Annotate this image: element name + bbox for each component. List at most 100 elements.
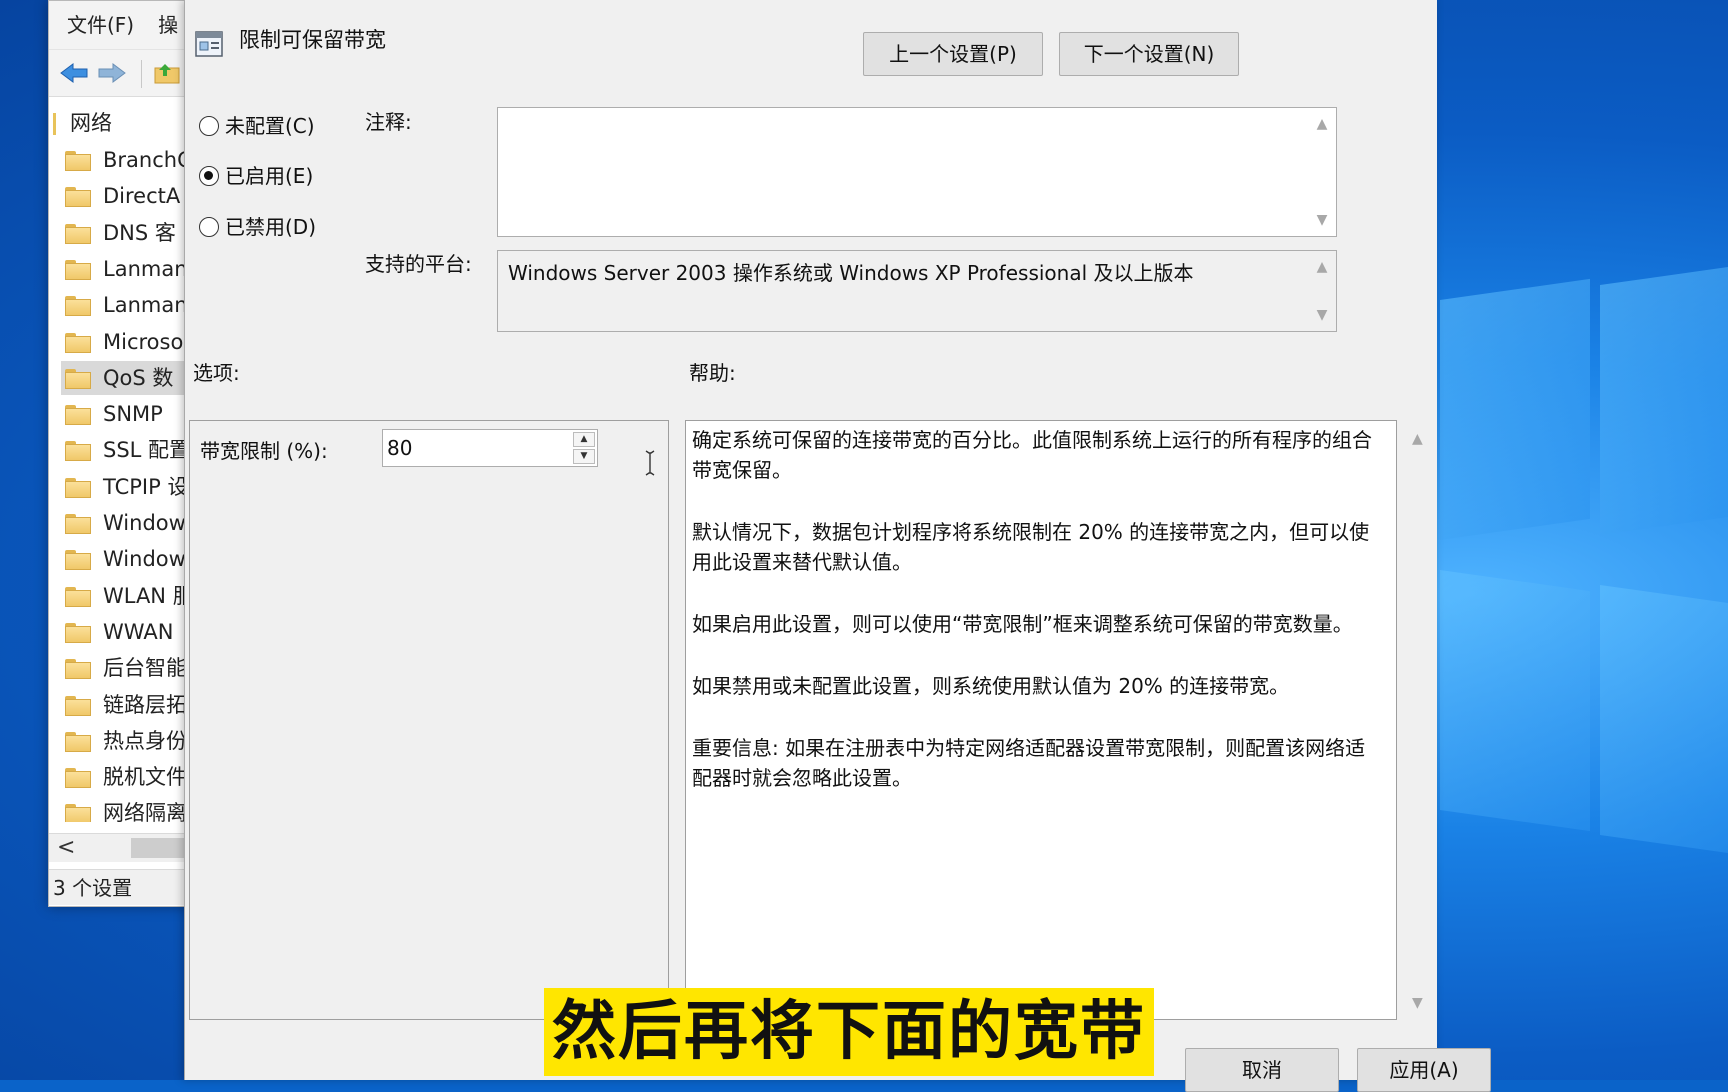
radio-label: 已禁用(D) [225, 215, 317, 239]
scroll-up-icon[interactable]: ▲ [1412, 431, 1423, 447]
radio-circle[interactable] [199, 216, 219, 237]
scroll-down-icon[interactable]: ▼ [1412, 995, 1423, 1011]
back-arrow-icon[interactable] [59, 62, 89, 84]
tree-item[interactable]: 热点身份 [65, 724, 199, 758]
text-cursor-icon [645, 450, 655, 476]
folder-icon [65, 622, 91, 643]
tree-item-label: 脱机文件 [103, 765, 187, 790]
folder-icon [65, 223, 91, 244]
folder-icon [65, 695, 91, 716]
tree-item[interactable]: 后台智能 [65, 651, 199, 685]
policy-tree: 网络 BranchC DirectA DNS 客 Lanman Lanman Micros… [49, 97, 199, 822]
group-policy-editor-window: 文件(F) 操 网络 BranchC DirectA DNS 客 Lanman Lanma… [48, 0, 200, 907]
menu-file[interactable]: 文件(F) [67, 13, 134, 37]
tree-item-label: TCPIP 设 [103, 474, 189, 499]
tree-root-network[interactable]: 网络 [53, 107, 112, 137]
tree-item[interactable]: 链路层拓 [65, 688, 199, 722]
dialog-title: 限制可保留带宽 [239, 28, 386, 52]
toolbar-separator [141, 60, 142, 88]
help-paragraph: 如果启用此设置，则可以使用“带宽限制”框来调整系统可保留的带宽数量。 [692, 612, 1353, 636]
tree-item[interactable]: WLAN 服 [65, 579, 199, 613]
tree-item[interactable]: Window [65, 542, 199, 576]
tree-item[interactable]: Microso [65, 325, 199, 359]
toolbar [49, 50, 199, 97]
tree-item[interactable]: WWAN [65, 615, 199, 649]
folder-icon [65, 405, 91, 426]
windows-logo-pane [1440, 278, 1590, 540]
bandwidth-limit-spinner[interactable]: ▲ ▼ [382, 429, 655, 476]
tree-item-label: Lanman [103, 256, 188, 281]
tree-item[interactable]: DirectA [65, 179, 199, 213]
folder-icon [65, 768, 91, 789]
help-paragraph: 如果禁用或未配置此设置，则系统使用默认值为 20% 的连接带宽。 [692, 674, 1290, 698]
spin-down-button[interactable]: ▼ [573, 449, 595, 464]
tree-item-label: BranchC [103, 148, 192, 172]
tree-item[interactable]: BranchC [65, 143, 199, 177]
tree-item-label: WWAN [103, 619, 174, 644]
tree-item[interactable]: 网络隔离 [65, 796, 199, 822]
tree-item[interactable]: SSL 配置 [65, 433, 199, 467]
tree-item-label: SSL 配置 [103, 438, 191, 463]
tree-item-label: 链路层拓 [103, 692, 187, 717]
tree-item[interactable]: Lanman [65, 288, 199, 322]
bandwidth-limit-label: 带宽限制 (%): [200, 439, 328, 463]
tree-item[interactable]: QoS 数 [61, 360, 199, 395]
options-label: 选项: [193, 361, 240, 385]
folder-icon [65, 296, 91, 317]
comment-scrollbar[interactable]: ▲ ▼ [1312, 112, 1332, 232]
forward-arrow-icon[interactable] [97, 62, 127, 84]
tree-item-label: DirectA [103, 184, 181, 209]
scroll-up-icon[interactable]: ▲ [1314, 116, 1330, 132]
windows-logo-pane [1440, 570, 1590, 832]
folder-icon [65, 368, 91, 389]
radio-not-configured[interactable]: 未配置(C) [199, 111, 315, 141]
radio-label: 已启用(E) [225, 164, 314, 188]
comment-label: 注释: [365, 110, 412, 134]
previous-setting-button[interactable]: 上一个设置(P) [863, 32, 1043, 76]
tree-item[interactable]: DNS 客 [65, 216, 199, 250]
radio-disabled[interactable]: 已禁用(D) [199, 212, 316, 242]
help-paragraph: 重要信息: 如果在注册表中为特定网络适配器设置带宽限制，则配置该网络适配器时就会… [692, 736, 1366, 790]
platform-scrollbar[interactable]: ▲ ▼ [1312, 255, 1332, 327]
folder-icon [65, 586, 91, 607]
tree-item-label: Lanman [103, 293, 188, 318]
tree-item[interactable]: 脱机文件 [65, 760, 199, 794]
scroll-down-icon[interactable]: ▼ [1314, 212, 1330, 228]
comment-textarea[interactable]: ▲ ▼ [497, 107, 1337, 237]
folder-icon [65, 332, 91, 353]
tree-item[interactable]: Window [65, 506, 199, 540]
video-subtitle-caption: 然后再将下面的宽带 [544, 988, 1154, 1076]
apply-button[interactable]: 应用(A) [1357, 1048, 1491, 1092]
policy-setting-dialog: 限制可保留带宽 上一个设置(P) 下一个设置(N) 未配置(C) 已启用(E) … [184, 0, 1491, 1092]
radio-enabled[interactable]: 已启用(E) [199, 161, 313, 191]
tree-horizontal-scrollbar[interactable]: < [49, 833, 199, 862]
tree-item[interactable]: TCPIP 设 [65, 470, 199, 504]
help-paragraph: 确定系统可保留的连接带宽的百分比。此值限制系统上运行的所有程序的组合带宽保留。 [692, 428, 1372, 482]
tree-item-label: Window [103, 547, 186, 572]
tree-root-label: 网络 [70, 111, 112, 135]
status-bar: 3 个设置 [49, 869, 199, 905]
scroll-up-icon[interactable]: ▲ [1314, 259, 1330, 275]
scroll-left-icon[interactable]: < [57, 834, 75, 862]
help-paragraph: 默认情况下，数据包计划程序将系统限制在 20% 的连接带宽之内，但可以使用此设置… [692, 520, 1370, 574]
supported-platform-box: Windows Server 2003 操作系统或 Windows XP Pro… [497, 250, 1337, 332]
help-label: 帮助: [689, 361, 736, 385]
help-scrollbar[interactable]: ▲ ▼ [1406, 421, 1436, 1021]
scroll-down-icon[interactable]: ▼ [1314, 307, 1330, 323]
windows-logo-pane [1600, 267, 1728, 535]
radio-circle-checked[interactable] [199, 165, 219, 186]
help-panel: 确定系统可保留的连接带宽的百分比。此值限制系统上运行的所有程序的组合带宽保留。默… [685, 420, 1423, 1020]
folder-icon [65, 259, 91, 280]
options-panel: 带宽限制 (%): ▲ ▼ [189, 420, 669, 1020]
cancel-button[interactable]: 取消 [1185, 1048, 1339, 1092]
tree-item[interactable]: SNMP [65, 397, 199, 431]
radio-circle[interactable] [199, 115, 219, 136]
policy-settings-icon [195, 31, 223, 57]
spin-up-button[interactable]: ▲ [573, 432, 595, 447]
next-setting-button[interactable]: 下一个设置(N) [1059, 32, 1239, 76]
tree-item-label: 网络隔离 [103, 801, 187, 822]
up-folder-icon[interactable] [153, 62, 183, 84]
tree-item[interactable]: Lanman [65, 252, 199, 286]
menu-action[interactable]: 操 [158, 13, 178, 37]
bandwidth-limit-input[interactable] [385, 432, 569, 464]
